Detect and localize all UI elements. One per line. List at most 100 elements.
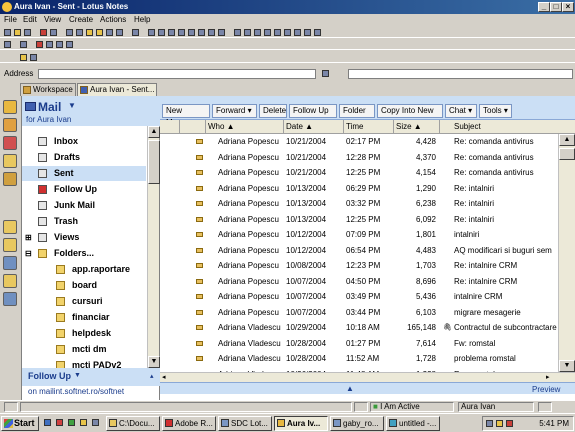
save-icon[interactable] xyxy=(24,29,31,36)
presence-status[interactable]: ■ I Am Active xyxy=(370,402,454,412)
nav-next-icon[interactable] xyxy=(168,29,175,36)
scroll-up-icon[interactable]: ▲ xyxy=(559,134,575,146)
table-row[interactable]: Adriana Popescu 10/12/2004 07:09 PM 1,801 in… xyxy=(160,227,558,242)
nav-down-icon[interactable] xyxy=(158,29,165,36)
new-icon[interactable] xyxy=(4,29,11,36)
expand-up-icon[interactable]: ▴ xyxy=(150,372,154,380)
replicator-bookmark-icon[interactable] xyxy=(3,172,17,186)
table-row[interactable]: Adriana Vladescu 10/29/2004 10:18 AM 165,14… xyxy=(160,320,558,335)
table-row[interactable]: Adriana Popescu 10/12/2004 06:54 PM 4,483 AQ… xyxy=(160,243,558,258)
minimize-button[interactable]: _ xyxy=(538,2,550,12)
copy-icon[interactable] xyxy=(86,29,93,36)
tray-antivirus-icon[interactable] xyxy=(506,420,513,427)
desktop-quicklaunch-icon[interactable] xyxy=(80,419,87,426)
nav-item-followup[interactable]: Follow Up xyxy=(22,182,146,197)
home-icon[interactable] xyxy=(56,41,63,48)
folder-item[interactable]: mcti dm xyxy=(22,342,146,357)
preview-bar[interactable]: Preview ▲ xyxy=(160,382,575,394)
folder-item[interactable]: helpdesk xyxy=(22,326,146,341)
databases-bookmark-icon[interactable] xyxy=(3,238,17,252)
maximize-button[interactable]: □ xyxy=(550,2,562,12)
internet-bookmark-icon[interactable] xyxy=(3,292,17,306)
scroll-thumb[interactable] xyxy=(559,148,575,160)
folder-item[interactable]: app.raportare xyxy=(22,262,146,277)
nav-prev-icon[interactable] xyxy=(178,29,185,36)
table-row[interactable]: Adriana Popescu 10/21/2004 02:17 PM 4,428 Re… xyxy=(160,134,558,149)
back-icon[interactable] xyxy=(4,41,11,48)
table-row[interactable]: Adriana Popescu 10/08/2004 12:23 PM 1,703 Re… xyxy=(160,258,558,273)
task-adobe[interactable]: Adobe R... xyxy=(162,416,216,431)
close-button[interactable]: × xyxy=(562,2,574,12)
task-notes[interactable]: Aura Iv... xyxy=(274,416,328,431)
menu-create[interactable]: Create xyxy=(69,15,93,24)
menu-file[interactable]: File xyxy=(4,15,17,24)
nav-title[interactable]: Mail xyxy=(38,100,61,114)
zoom-icon[interactable] xyxy=(304,29,311,36)
open-icon[interactable] xyxy=(14,29,21,36)
expand-icon[interactable]: ⊞ xyxy=(25,230,32,245)
collapse-icon[interactable]: ⊟ xyxy=(25,246,32,261)
scroll-left-icon[interactable]: ◂ xyxy=(162,373,166,381)
scroll-up-icon[interactable]: ▲ xyxy=(148,126,160,138)
nav-item-sent[interactable]: Sent xyxy=(22,166,146,181)
tab-workspace[interactable]: Workspace xyxy=(20,83,76,96)
menu-help[interactable]: Help xyxy=(134,15,150,24)
status-lock-icon[interactable] xyxy=(354,402,368,412)
table-row[interactable]: Adriana Popescu 10/07/2004 03:49 PM 5,436 in… xyxy=(160,289,558,304)
nav-item-trash[interactable]: Trash xyxy=(22,214,146,229)
italic-icon[interactable] xyxy=(76,29,83,36)
stop-icon[interactable] xyxy=(36,41,43,48)
col-date[interactable]: Date ▲ xyxy=(284,120,344,134)
col-subject[interactable]: Subject xyxy=(440,120,575,134)
tab-sent[interactable]: Aura Ivan - Sent... xyxy=(77,83,157,96)
grid-icon[interactable] xyxy=(314,29,321,36)
menu-view[interactable]: View xyxy=(44,15,61,24)
folder-item[interactable]: board xyxy=(22,278,146,293)
delete-button[interactable]: Delete xyxy=(259,104,287,118)
task-explorer[interactable]: C:\Docu... xyxy=(106,416,160,431)
tray-volume-icon[interactable] xyxy=(496,420,503,427)
folder-item[interactable]: financiar xyxy=(22,310,146,325)
history-bookmark-icon[interactable] xyxy=(3,274,17,288)
nav-item-drafts[interactable]: Drafts xyxy=(22,150,146,165)
address-input[interactable] xyxy=(38,69,316,79)
collapse-all-icon[interactable] xyxy=(264,29,271,36)
scroll-down-icon[interactable]: ▼ xyxy=(148,356,160,368)
list-scrollbar[interactable]: ▲ ▼ xyxy=(558,134,575,372)
nav-item-views[interactable]: ⊞ Views xyxy=(22,230,146,245)
table-row[interactable]: Adriana Popescu 10/21/2004 12:25 PM 4,154 Re… xyxy=(160,165,558,180)
more-bookmarks-icon[interactable] xyxy=(3,256,17,270)
followup-button[interactable]: Follow Up ▾ xyxy=(289,104,337,127)
paste-icon[interactable] xyxy=(96,29,103,36)
tree-icon[interactable] xyxy=(274,29,281,36)
search-icon[interactable] xyxy=(294,29,301,36)
bold-icon[interactable] xyxy=(66,29,73,36)
addressbook-bookmark-icon[interactable] xyxy=(3,136,17,150)
view-icon[interactable] xyxy=(218,29,225,36)
menu-edit[interactable]: Edit xyxy=(23,15,37,24)
chevron-down-icon[interactable]: ▼ xyxy=(68,101,76,110)
nav-item-folders[interactable]: ⊟ Folders... xyxy=(22,246,146,261)
table-row[interactable]: Adriana Vladescu 10/28/2004 01:27 PM 7,614 F… xyxy=(160,336,558,351)
folder-item[interactable]: cursuri xyxy=(22,294,146,309)
new-memo-button[interactable]: New Memo xyxy=(162,104,210,127)
table-row[interactable]: Adriana Popescu 10/13/2004 06:29 PM 1,290 Re… xyxy=(160,181,558,196)
task-sdc[interactable]: SDC Lot... xyxy=(218,416,272,431)
collapse-icon[interactable] xyxy=(244,29,251,36)
folder-button[interactable]: Folder ▾ xyxy=(339,104,375,127)
col-time[interactable]: Time xyxy=(344,120,394,134)
table-row[interactable]: Adriana Popescu 10/21/2004 12:28 PM 4,370 Re… xyxy=(160,150,558,165)
mail-bookmark-icon[interactable] xyxy=(3,100,17,114)
expand-all-icon[interactable] xyxy=(254,29,261,36)
todo-bookmark-icon[interactable] xyxy=(3,154,17,168)
scroll-down-icon[interactable]: ▼ xyxy=(559,360,575,372)
scroll-right-icon[interactable]: ▸ xyxy=(546,373,550,381)
folder-item[interactable]: mcti PADv2 xyxy=(22,358,146,368)
edit-icon[interactable] xyxy=(50,29,57,36)
cut-icon[interactable] xyxy=(40,29,47,36)
forward-button[interactable]: Forward ▾ xyxy=(212,104,257,118)
people-icon[interactable] xyxy=(30,54,37,61)
horizontal-scrollbar[interactable]: ◂ ▸ xyxy=(160,372,575,382)
table-row[interactable]: Adriana Popescu 10/13/2004 03:32 PM 6,238 Re… xyxy=(160,196,558,211)
outlook-quicklaunch-icon[interactable] xyxy=(92,419,99,426)
